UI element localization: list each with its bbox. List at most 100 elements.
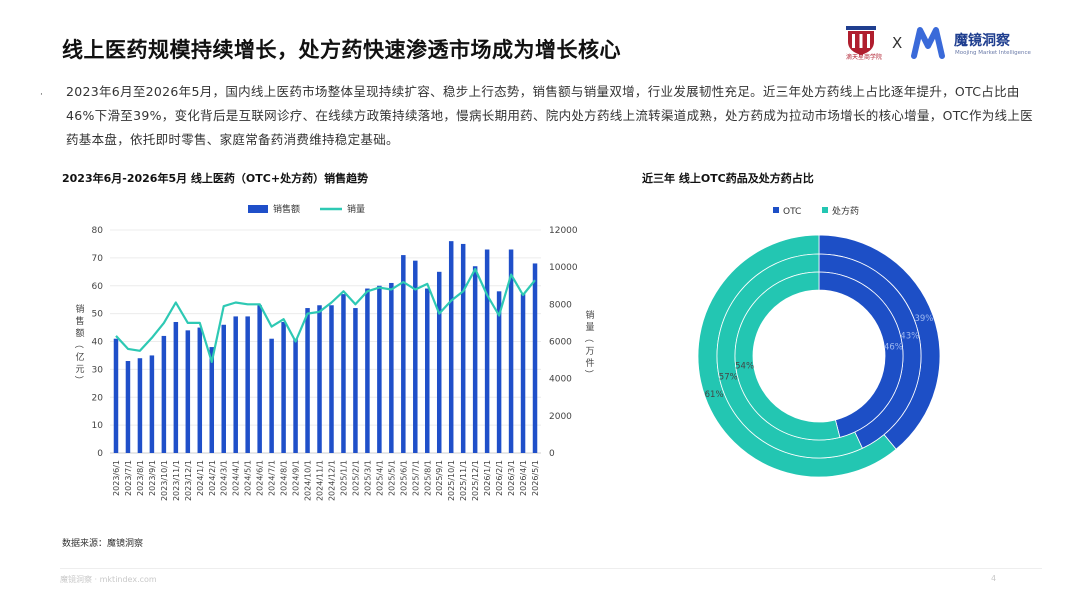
line-volume — [115, 267, 536, 363]
y-tick-label: 40 — [92, 338, 104, 348]
y2-tick-label: 0 — [549, 449, 555, 459]
x-tick-label: 2025/3/1 — [363, 460, 372, 496]
y-axis-label: 亿 — [75, 351, 84, 363]
bar-sales — [293, 338, 298, 453]
slice-label: 43% — [900, 332, 919, 342]
legend-label-volume: 销量 — [347, 203, 365, 215]
y-tick-label: 50 — [92, 310, 104, 320]
y2-tick-label: 2000 — [549, 412, 572, 422]
bar-sales — [233, 316, 238, 453]
x-tick-label: 2023/6/1 — [112, 460, 121, 496]
y2-axis-label: （ — [583, 333, 594, 342]
y-tick-label: 60 — [92, 282, 104, 292]
bar-sales — [532, 263, 538, 453]
x-tick-label: 2024/5/1 — [244, 460, 253, 496]
bar-sales — [401, 255, 406, 453]
y2-tick-label: 8000 — [549, 300, 572, 310]
bar-sales — [448, 241, 454, 453]
y-axis-label: 元 — [75, 365, 84, 375]
bar-sales — [317, 305, 322, 453]
x-tick-label: 2025/11/1 — [459, 460, 468, 501]
y2-axis-label: 量 — [585, 322, 594, 333]
legend-label-otc: OTC — [783, 207, 801, 217]
x-tick-label: 2025/7/1 — [411, 460, 420, 496]
y-axis-label: （ — [73, 339, 84, 348]
y2-axis-label: 销 — [585, 309, 594, 321]
bar-sales — [472, 266, 478, 453]
y2-axis-label: 件 — [585, 357, 594, 369]
bar-sales — [125, 361, 131, 453]
slice-label: 46% — [884, 343, 903, 353]
y2-tick-label: 10000 — [549, 263, 578, 273]
x-tick-label: 2024/7/1 — [268, 460, 277, 496]
x-tick-label: 2025/4/1 — [375, 460, 384, 496]
x-tick-label: 2024/11/1 — [316, 460, 325, 501]
footer-divider — [60, 568, 1042, 569]
x-tick-label: 2025/9/1 — [435, 460, 444, 496]
y2-tick-label: 12000 — [549, 226, 578, 236]
x-tick-label: 2023/7/1 — [124, 460, 133, 496]
y-tick-label: 0 — [97, 449, 103, 459]
slice-label: 39% — [914, 314, 933, 324]
bar-sales — [353, 308, 358, 453]
bar-sales — [329, 305, 334, 453]
x-tick-label: 2024/12/1 — [327, 460, 336, 501]
y2-axis-label: 万 — [585, 347, 594, 357]
y-axis-label: 售 — [75, 315, 84, 327]
x-tick-label: 2024/1/1 — [196, 460, 205, 496]
bar-sales — [221, 324, 226, 453]
bar-sales — [365, 288, 370, 453]
bar-sales — [436, 271, 442, 453]
x-tick-label: 2026/1/1 — [483, 460, 492, 496]
slice-label: 61% — [705, 390, 724, 400]
bar-sales — [377, 285, 382, 453]
y2-axis-label: ） — [583, 369, 594, 378]
legend-swatch-sales — [248, 205, 268, 213]
y-tick-label: 20 — [92, 393, 104, 403]
x-tick-label: 2024/2/1 — [208, 460, 217, 496]
bar-sales — [137, 358, 143, 453]
x-tick-label: 2025/8/1 — [423, 460, 432, 496]
x-tick-label: 2023/10/1 — [160, 460, 169, 501]
slice-label: 54% — [735, 361, 754, 371]
y-tick-label: 70 — [92, 254, 104, 264]
data-source: 数据来源：魔镜洞察 — [62, 539, 144, 549]
x-tick-label: 2024/3/1 — [220, 460, 229, 496]
x-tick-label: 2023/11/1 — [172, 460, 181, 501]
bar-sales — [245, 316, 250, 453]
y-axis-label: 额 — [75, 327, 84, 339]
x-tick-label: 2025/2/1 — [351, 460, 360, 496]
y-axis-label: ） — [73, 375, 84, 384]
bar-sales — [197, 327, 203, 453]
x-tick-label: 2023/9/1 — [148, 460, 157, 496]
bar-sales — [520, 294, 526, 453]
bar-sales — [389, 282, 394, 453]
bar-sales — [161, 335, 167, 453]
bar-sales — [149, 355, 155, 453]
x-tick-label: 2025/6/1 — [399, 460, 408, 496]
bar-sales — [113, 338, 119, 453]
legend-swatch-rx — [822, 207, 828, 213]
footer-text: 魔镜洞察 · mktindex.com — [60, 575, 157, 584]
bar-sales — [269, 338, 274, 453]
x-tick-label: 2024/6/1 — [256, 460, 265, 496]
x-tick-label: 2026/3/1 — [507, 460, 516, 496]
x-tick-label: 2026/5/1 — [531, 460, 540, 496]
y2-tick-label: 6000 — [549, 338, 572, 348]
legend-label-rx: 处方药 — [832, 205, 859, 217]
x-tick-label: 2024/4/1 — [232, 460, 241, 496]
legend-swatch-otc — [773, 207, 779, 213]
bar-sales — [460, 243, 466, 453]
y-tick-label: 10 — [92, 421, 104, 431]
x-tick-label: 2026/4/1 — [519, 460, 528, 496]
bar-sales — [484, 249, 490, 453]
y-tick-label: 80 — [92, 226, 104, 236]
x-tick-label: 2024/10/1 — [304, 460, 313, 501]
bar-sales — [185, 330, 191, 453]
charts-canvas: 0 10 20 30 40 50 60 70 80 0 2000 4000 6000 8000 10000 1… — [73, 203, 941, 501]
bar-sales — [425, 288, 430, 453]
bar-sales — [281, 321, 286, 453]
slice-label: 57% — [719, 372, 738, 382]
bar-sales — [341, 294, 346, 453]
y-axis-label: 销 — [75, 303, 84, 315]
